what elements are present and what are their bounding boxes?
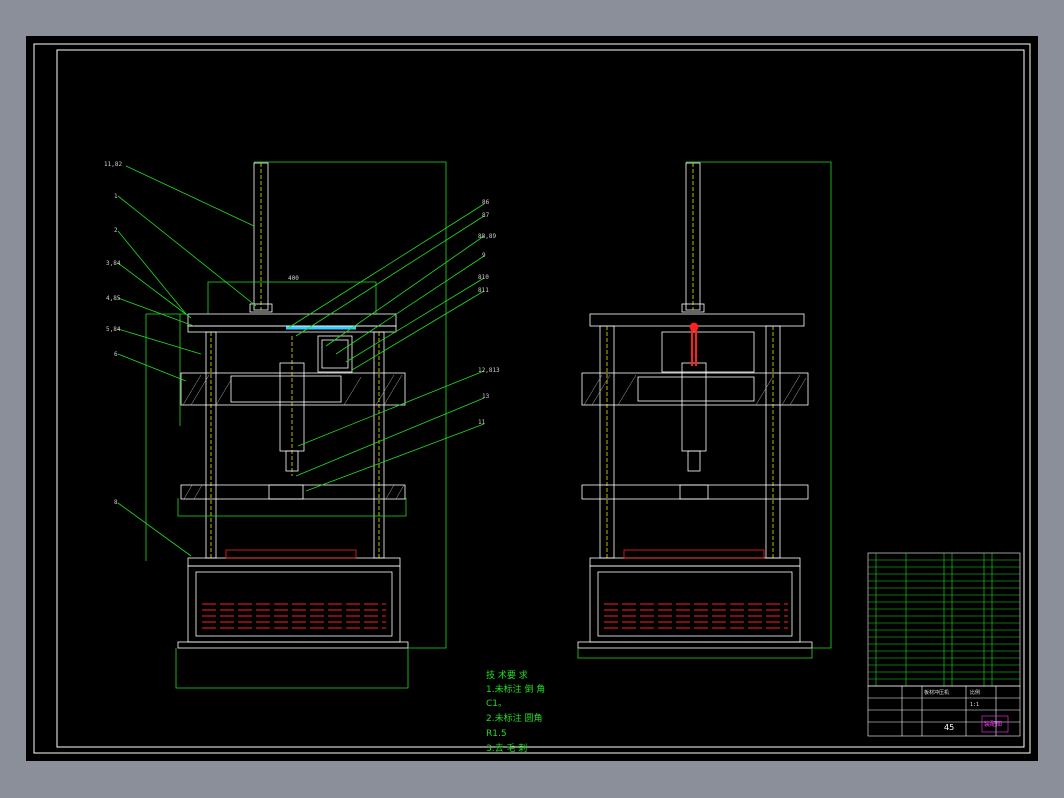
drawing-sheet: 11,82 1 2 3,84 4,85 5,84 6 8 86 87 88,89… <box>26 36 1038 761</box>
title-block <box>867 552 1021 737</box>
inner-border <box>56 49 1025 748</box>
note-line: C1。 <box>486 699 507 709</box>
callout-label: 1 <box>114 193 118 200</box>
callout-label: 6 <box>114 351 118 358</box>
front-view-dimensions <box>117 161 485 689</box>
notes-heading: 技 术要 求 <box>486 669 528 681</box>
callout-label: 13 <box>482 393 490 400</box>
side-view <box>577 162 813 649</box>
sheet-number: 45 <box>944 723 954 732</box>
callout-label: 5,84 <box>106 326 121 333</box>
drawing-name: 板材冲压机 <box>924 689 949 696</box>
callout-label: 12,813 <box>478 367 500 374</box>
callout-label: 88,89 <box>478 233 496 240</box>
side-view-dimensions <box>577 161 832 659</box>
note-line: R1.5 <box>486 729 507 739</box>
scale-value: 1:1 <box>970 702 979 708</box>
note-line: 3.去 毛 刺 <box>486 742 527 754</box>
callout-label: 4,85 <box>106 295 121 302</box>
cad-drawing: 11,82 1 2 3,84 4,85 5,84 6 8 86 87 88,89… <box>33 43 1031 754</box>
scale-label: 比例 <box>970 689 980 696</box>
callout-label: 11,82 <box>104 161 122 168</box>
callout-label: 810 <box>478 274 489 281</box>
front-view <box>177 162 409 649</box>
callout-label: 8 <box>114 499 118 506</box>
callout-label: 2 <box>114 227 118 234</box>
note-line: 1.未标注 倒 角 <box>486 683 545 695</box>
callout-label: 9 <box>482 252 486 259</box>
front-view-callouts: 11,82 1 2 3,84 4,85 5,84 6 8 86 87 88,89… <box>104 161 500 506</box>
stamp: 装配图 <box>984 720 1002 728</box>
callout-label: 86 <box>482 199 490 206</box>
dimension-label: 400 <box>288 275 299 282</box>
callout-label: 3,84 <box>106 260 121 267</box>
callout-label: 87 <box>482 212 490 219</box>
technical-notes: 技 术要 求 1.未标注 倒 角 C1。 2.未标注 圆角 R1.5 3.去 毛… <box>486 669 545 754</box>
outer-border <box>33 43 1031 754</box>
callout-label: 811 <box>478 287 489 294</box>
note-line: 2.未标注 圆角 <box>486 712 542 724</box>
callout-label: 11 <box>478 419 486 426</box>
